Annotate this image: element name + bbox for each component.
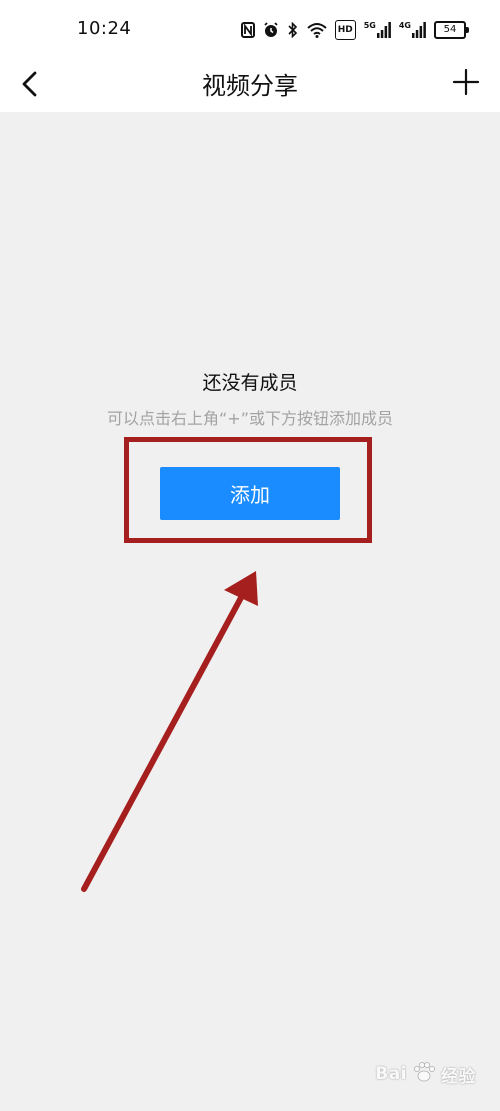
screen: 10:24 HD 5G 4G 54 视频分享 还没有成员 可以点击右上角“+”或… bbox=[0, 0, 500, 1111]
status-bar: 10:24 HD 5G 4G 54 bbox=[0, 0, 500, 60]
status-icons: HD 5G 4G 54 bbox=[240, 20, 469, 40]
watermark: Bai 经验 bbox=[375, 1059, 476, 1089]
battery-icon: 54 bbox=[434, 21, 469, 39]
wifi-icon bbox=[307, 21, 327, 39]
alarm-icon bbox=[263, 21, 279, 39]
signal-4g-label: 4G bbox=[398, 20, 411, 30]
page-title: 视频分享 bbox=[202, 72, 298, 100]
annotation-highlight-box bbox=[124, 437, 372, 543]
empty-state-hint: 可以点击右上角“+”或下方按钮添加成员 bbox=[107, 409, 393, 428]
watermark-brand: Bai bbox=[375, 1064, 407, 1084]
nfc-icon bbox=[240, 21, 255, 39]
signal-5g-label: 5G bbox=[363, 20, 376, 30]
annotation-arrow-icon bbox=[81, 571, 258, 892]
bluetooth-icon bbox=[287, 21, 299, 39]
empty-state-title: 还没有成员 bbox=[202, 372, 298, 394]
nav-bar: 视频分享 bbox=[0, 60, 500, 112]
signal-4g-icon: 4G bbox=[399, 21, 426, 39]
status-time: 10:24 bbox=[77, 18, 132, 39]
plus-icon bbox=[452, 68, 480, 100]
hd-badge: HD bbox=[334, 20, 356, 40]
signal-5g-icon: 5G bbox=[364, 21, 391, 39]
add-member-plus-button[interactable] bbox=[446, 64, 486, 104]
paw-logo-icon bbox=[411, 1059, 437, 1089]
watermark-suffix: 经验 bbox=[441, 1066, 476, 1087]
